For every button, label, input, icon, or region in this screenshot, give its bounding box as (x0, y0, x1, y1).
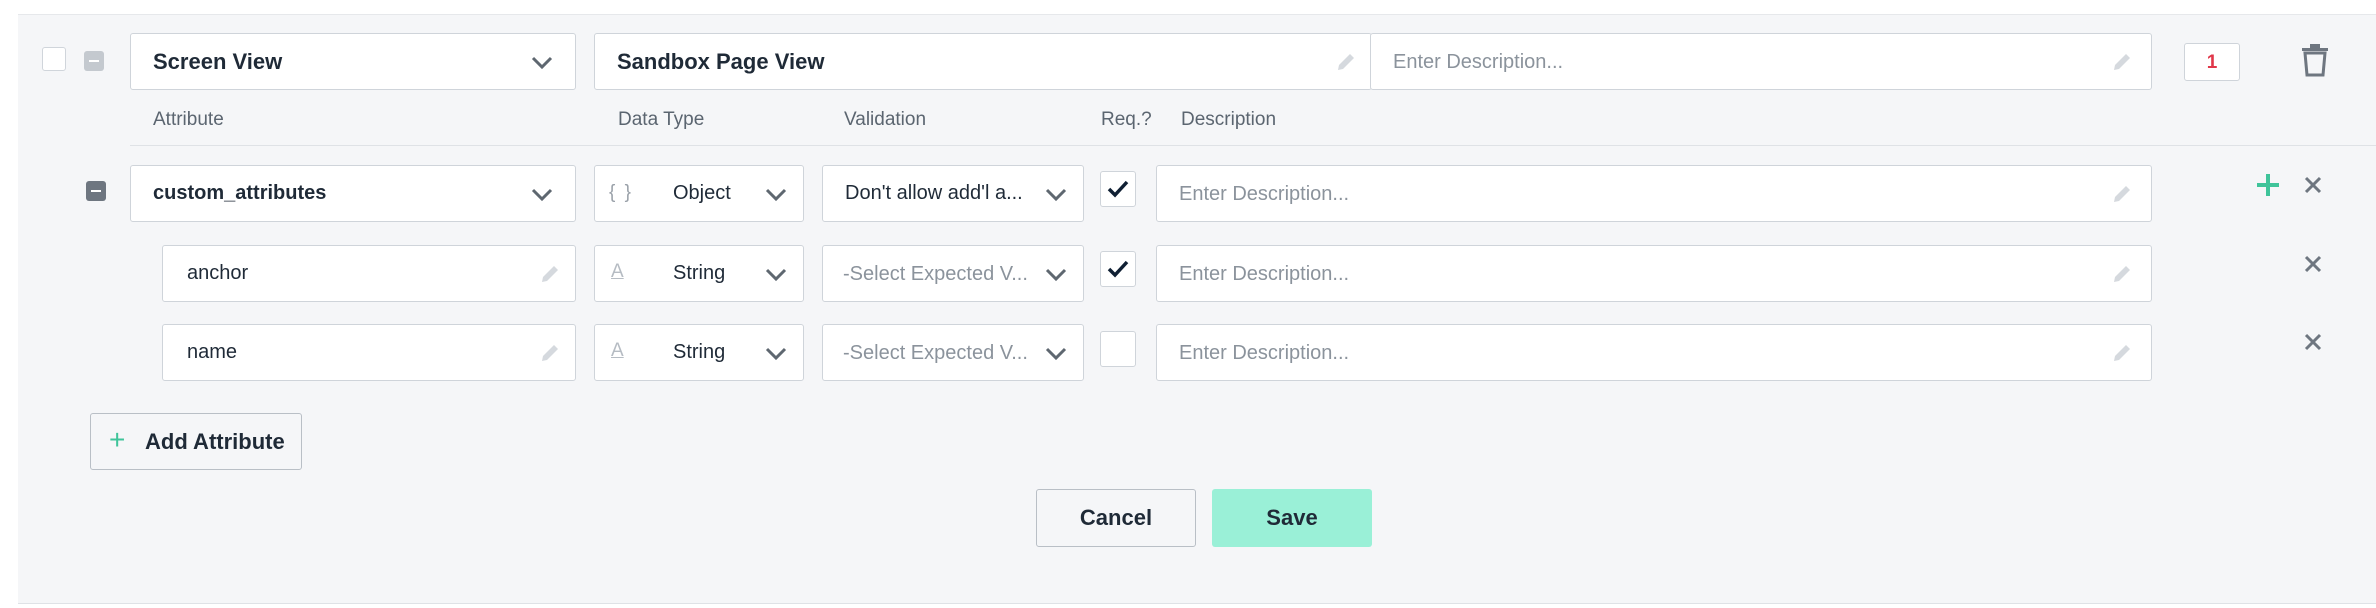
chevron-down-icon (765, 347, 787, 361)
data-type-value: Object (673, 182, 731, 204)
header-divider (130, 145, 2376, 146)
string-type-icon: A (611, 261, 624, 282)
validation-select[interactable]: -Select Expected V... (822, 245, 1084, 302)
event-name-value: Sandbox Page View (617, 49, 825, 74)
pencil-icon (2114, 54, 2130, 70)
data-type-value: String (673, 262, 726, 284)
column-header-required: Req.? (1101, 109, 1152, 130)
attribute-name-value: custom_attributes (153, 182, 327, 204)
data-type-select[interactable]: { } Object (594, 165, 804, 222)
attribute-name-select[interactable]: custom_attributes (130, 165, 576, 222)
event-edit-panel: Screen View Sandbox Page View Enter Desc… (18, 14, 2376, 604)
column-header-data-type: Data Type (618, 109, 705, 130)
remove-attribute-icon[interactable] (2304, 176, 2322, 194)
remove-attribute-icon[interactable] (2304, 255, 2322, 273)
chevron-down-icon (1045, 268, 1067, 282)
event-collapse-icon[interactable] (84, 51, 104, 71)
chevron-down-icon (765, 268, 787, 282)
cancel-label: Cancel (1079, 505, 1153, 530)
chevron-down-icon (1045, 188, 1067, 202)
event-type-select[interactable]: Screen View (130, 33, 576, 90)
add-nested-attribute-icon[interactable] (2256, 173, 2280, 197)
data-type-select[interactable]: A String (594, 324, 804, 381)
validation-select[interactable]: -Select Expected V... (822, 324, 1084, 381)
attribute-name-value: anchor (187, 262, 249, 284)
chevron-down-icon (765, 188, 787, 202)
column-header-description: Description (1181, 109, 1277, 130)
required-checkbox[interactable] (1100, 251, 1136, 287)
count-badge: 1 (2184, 43, 2240, 81)
event-description-field[interactable]: Enter Description... (1370, 33, 2152, 90)
save-button[interactable]: Save (1212, 489, 1372, 547)
column-header-validation: Validation (844, 109, 927, 130)
attribute-description-field[interactable]: Enter Description... (1156, 165, 2152, 222)
validation-select[interactable]: Don't allow add'l a... (822, 165, 1084, 222)
pencil-icon (2114, 186, 2130, 202)
description-placeholder: Enter Description... (1179, 342, 1350, 364)
column-header-attribute: Attribute (153, 109, 224, 130)
event-name-field[interactable]: Sandbox Page View (594, 33, 1372, 90)
pencil-icon (542, 266, 558, 282)
remove-attribute-icon[interactable] (2304, 333, 2322, 351)
count-badge-value: 1 (2206, 52, 2218, 73)
save-label: Save (1266, 505, 1318, 530)
pencil-icon (2114, 345, 2130, 361)
attribute-name-value: name (187, 341, 238, 363)
chevron-down-icon (1045, 347, 1067, 361)
data-type-value: String (673, 341, 726, 363)
event-description-placeholder: Enter Description... (1393, 51, 1564, 73)
add-attribute-button[interactable]: + Add Attribute (90, 413, 302, 470)
chevron-down-icon (531, 56, 553, 70)
attribute-name-field[interactable]: name (162, 324, 576, 381)
cancel-button[interactable]: Cancel (1036, 489, 1196, 547)
pencil-icon (1338, 54, 1354, 70)
plus-icon: + (109, 424, 126, 455)
string-type-icon: A (611, 340, 624, 361)
data-type-select[interactable]: A String (594, 245, 804, 302)
validation-placeholder: -Select Expected V... (843, 263, 1028, 285)
attribute-collapse-icon[interactable] (86, 181, 106, 201)
description-placeholder: Enter Description... (1179, 263, 1350, 285)
chevron-down-icon (531, 188, 553, 202)
event-select-checkbox[interactable] (42, 47, 66, 71)
required-checkbox[interactable] (1100, 171, 1136, 207)
object-type-icon: { } (609, 182, 633, 203)
event-type-value: Screen View (153, 49, 283, 74)
validation-value: Don't allow add'l a... (845, 182, 1023, 204)
attribute-description-field[interactable]: Enter Description... (1156, 324, 2152, 381)
attribute-name-field[interactable]: anchor (162, 245, 576, 302)
add-attribute-label: Add Attribute (145, 429, 285, 454)
validation-placeholder: -Select Expected V... (843, 342, 1028, 364)
trash-icon[interactable] (2300, 43, 2330, 77)
required-checkbox[interactable] (1100, 331, 1136, 367)
pencil-icon (2114, 266, 2130, 282)
description-placeholder: Enter Description... (1179, 183, 1350, 205)
attribute-description-field[interactable]: Enter Description... (1156, 245, 2152, 302)
pencil-icon (542, 345, 558, 361)
checkmark-icon (1107, 180, 1129, 198)
checkmark-icon (1107, 260, 1129, 278)
